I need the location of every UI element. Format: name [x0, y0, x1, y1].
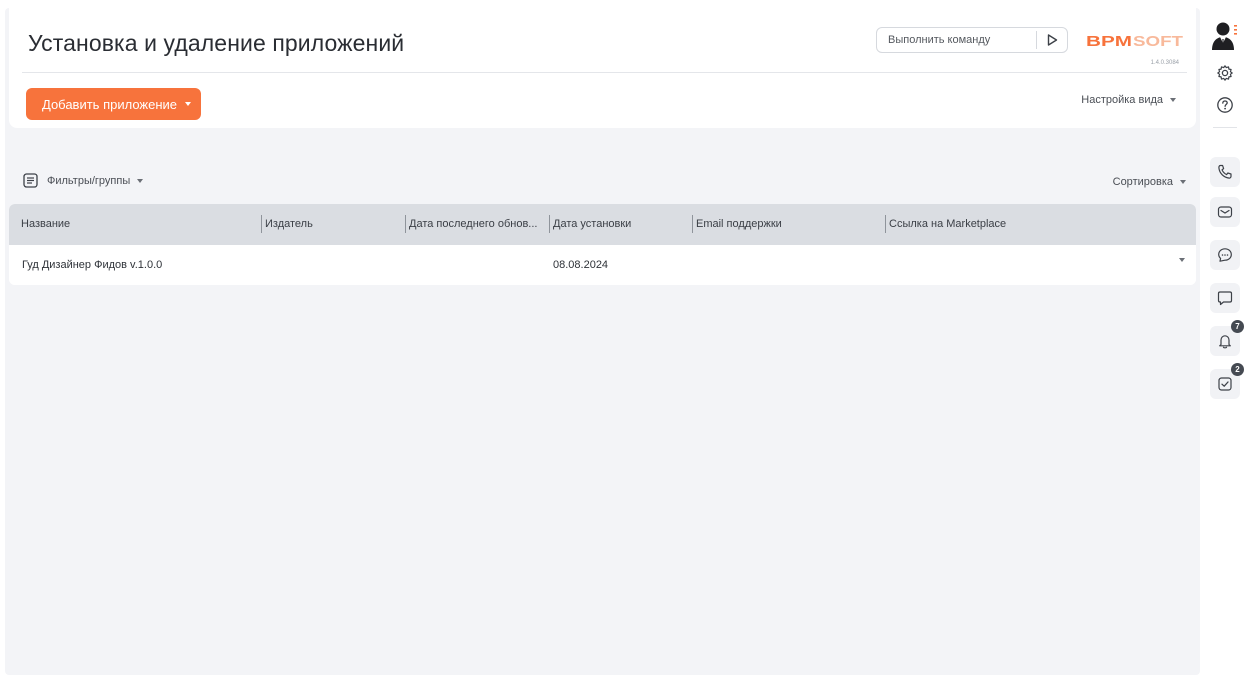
chat-button[interactable] [1210, 240, 1240, 270]
svg-text:BPM: BPM [1086, 33, 1132, 48]
chevron-down-icon [137, 178, 144, 183]
svg-text:SOFT: SOFT [1133, 33, 1183, 48]
notifications-button[interactable]: 7 [1210, 320, 1244, 356]
filters-groups-button[interactable]: Фильтры/группы [23, 173, 144, 188]
command-box [876, 27, 1068, 53]
app-root: Установка и удаление приложений BPM SOFT… [0, 0, 1259, 675]
table-header: Название Издатель Дата последнего обнов.… [9, 204, 1196, 245]
row-menu-chevron-icon[interactable] [1179, 258, 1185, 262]
checkbox-task-icon [1218, 377, 1232, 391]
page-title: Установка и удаление приложений [28, 30, 405, 56]
cell-install-date: 08.08.2024 [553, 259, 609, 271]
table-row[interactable]: Гуд Дизайнер Фидов v.1.0.0 08.08.2024 [9, 245, 1196, 285]
sidebar-divider [1213, 127, 1237, 128]
run-command-button[interactable] [1037, 28, 1067, 52]
add-application-button[interactable]: Добавить приложение [26, 88, 201, 120]
chevron-down-icon [1180, 180, 1186, 184]
phone-button[interactable] [1210, 157, 1240, 187]
feed-button[interactable] [1210, 283, 1240, 313]
help-button[interactable] [1212, 92, 1238, 118]
header-panel: Установка и удаление приложений BPM SOFT… [9, 8, 1196, 128]
command-input[interactable] [877, 28, 1037, 52]
help-icon [1217, 97, 1233, 113]
add-application-label: Добавить приложение [42, 96, 178, 112]
column-header-marketplace-link[interactable]: Ссылка на Marketplace [885, 215, 1085, 233]
bell-icon [1219, 335, 1231, 349]
bpmsoft-logo: BPM SOFT [1086, 33, 1183, 48]
view-settings-button[interactable]: Настройка вида [1081, 94, 1176, 106]
right-sidebar: 7 2 [1201, 0, 1259, 675]
sorting-button[interactable]: Сортировка [1113, 176, 1186, 188]
message-bubble-icon [1217, 291, 1233, 306]
view-settings-label: Настройка вида [1081, 94, 1163, 106]
app-version: 1.4.0.3084 [1150, 60, 1179, 66]
column-header-install-date[interactable]: Дата установки [549, 215, 689, 233]
column-header-support-email[interactable]: Email поддержки [692, 215, 882, 233]
gear-icon [1217, 65, 1233, 81]
sorting-label: Сортировка [1112, 176, 1173, 188]
applications-table: Название Издатель Дата последнего обнов.… [9, 204, 1196, 285]
column-header-name[interactable]: Название [21, 215, 261, 233]
phone-icon [1218, 164, 1232, 179]
email-button[interactable] [1210, 197, 1240, 227]
user-avatar-icon[interactable] [1209, 20, 1241, 52]
chat-icon [1218, 248, 1232, 262]
column-header-last-update[interactable]: Дата последнего обнов... [405, 215, 546, 233]
cell-name: Гуд Дизайнер Фидов v.1.0.0 [22, 259, 163, 271]
column-header-publisher[interactable]: Издатель [261, 215, 401, 233]
workspace: Установка и удаление приложений BPM SOFT… [5, 8, 1200, 675]
chevron-down-icon [185, 102, 192, 106]
settings-button[interactable] [1212, 60, 1238, 86]
chevron-down-icon [1170, 98, 1176, 102]
tasks-badge: 2 [1231, 363, 1244, 376]
title-divider [22, 72, 1187, 73]
filter-list-icon [23, 173, 38, 188]
play-icon [1047, 34, 1057, 46]
tasks-button[interactable]: 2 [1210, 363, 1244, 399]
filters-label: Фильтры/группы [47, 174, 131, 187]
envelope-icon [1217, 206, 1233, 218]
notifications-badge: 7 [1231, 320, 1244, 333]
